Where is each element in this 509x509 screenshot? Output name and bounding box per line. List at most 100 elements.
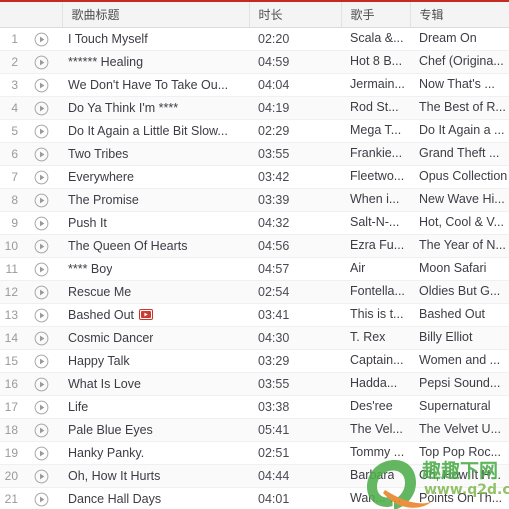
- track-album-cell[interactable]: The Best of R...: [410, 96, 509, 120]
- play-circle-icon[interactable]: [34, 331, 49, 346]
- track-title-cell[interactable]: We Don't Have To Take Ou...: [62, 73, 249, 97]
- play-button[interactable]: [30, 211, 62, 235]
- table-row[interactable]: 5 Do It Again a Little Bit Slow... 02:29 Me…: [0, 119, 509, 143]
- track-album-cell[interactable]: Do It Again a ...: [410, 119, 509, 143]
- track-artist-cell[interactable]: Hadda...: [341, 372, 410, 396]
- table-row[interactable]: 13 Bashed Out 03:41 This is t... Bashed Out: [0, 303, 509, 327]
- play-circle-icon[interactable]: [34, 423, 49, 438]
- track-album-cell[interactable]: Dream On: [410, 27, 509, 51]
- track-album-cell[interactable]: Bashed Out: [410, 303, 509, 327]
- play-circle-icon[interactable]: [34, 193, 49, 208]
- play-button[interactable]: [30, 73, 62, 97]
- track-artist-cell[interactable]: Captain...: [341, 349, 410, 373]
- track-album-cell[interactable]: Supernatural: [410, 395, 509, 419]
- play-button[interactable]: [30, 395, 62, 419]
- track-album-cell[interactable]: New Wave Hi...: [410, 188, 509, 212]
- track-title-cell[interactable]: Bashed Out: [62, 303, 249, 327]
- table-row[interactable]: 2 ****** Healing 04:59 Hot 8 B... Chef (Orig…: [0, 50, 509, 74]
- play-circle-icon[interactable]: [34, 308, 49, 323]
- table-row[interactable]: 3 We Don't Have To Take Ou... 04:04 Jermain…: [0, 73, 509, 97]
- play-button[interactable]: [30, 349, 62, 373]
- track-album-cell[interactable]: Moon Safari: [410, 257, 509, 281]
- play-circle-icon[interactable]: [34, 55, 49, 70]
- play-circle-icon[interactable]: [34, 147, 49, 162]
- track-title-cell[interactable]: Push It: [62, 211, 249, 235]
- track-artist-cell[interactable]: Wan... C...: [341, 487, 410, 509]
- track-title-cell[interactable]: Life: [62, 395, 249, 419]
- track-title-cell[interactable]: The Promise: [62, 188, 249, 212]
- track-artist-cell[interactable]: Frankie...: [341, 142, 410, 166]
- play-button[interactable]: [30, 418, 62, 442]
- track-title-cell[interactable]: Cosmic Dancer: [62, 326, 249, 350]
- play-circle-icon[interactable]: [34, 170, 49, 185]
- track-artist-cell[interactable]: Scala &...: [341, 27, 410, 51]
- play-circle-icon[interactable]: [34, 101, 49, 116]
- play-button[interactable]: [30, 441, 62, 465]
- play-circle-icon[interactable]: [34, 32, 49, 47]
- play-circle-icon[interactable]: [34, 239, 49, 254]
- track-album-cell[interactable]: The Velvet U...: [410, 418, 509, 442]
- play-button[interactable]: [30, 464, 62, 488]
- column-header-album[interactable]: 专辑: [409, 2, 509, 28]
- table-row[interactable]: 11 **** Boy 04:57 Air Moon Safari: [0, 257, 509, 281]
- track-album-cell[interactable]: Oldies But G...: [410, 280, 509, 304]
- play-button[interactable]: [30, 119, 62, 143]
- play-circle-icon[interactable]: [34, 492, 49, 507]
- track-title-cell[interactable]: Hanky Panky.: [62, 441, 249, 465]
- play-circle-icon[interactable]: [34, 262, 49, 277]
- track-artist-cell[interactable]: Ezra Fu...: [341, 234, 410, 258]
- table-row[interactable]: 12 Rescue Me 02:54 Fontella... Oldies But G.…: [0, 280, 509, 304]
- table-row[interactable]: 15 Happy Talk 03:29 Captain... Women and ...: [0, 349, 509, 373]
- track-title-cell[interactable]: Happy Talk: [62, 349, 249, 373]
- table-row[interactable]: 20 Oh, How It Hurts 04:44 Barbara Oh, How It…: [0, 464, 509, 488]
- track-album-cell[interactable]: Grand Theft ...: [410, 142, 509, 166]
- column-header-play[interactable]: [30, 2, 62, 28]
- play-button[interactable]: [30, 487, 62, 509]
- track-album-cell[interactable]: Opus Collection: [410, 165, 509, 189]
- track-album-cell[interactable]: The Year of N...: [410, 234, 509, 258]
- column-header-artist[interactable]: 歌手: [340, 2, 410, 28]
- play-button[interactable]: [30, 96, 62, 120]
- track-title-cell[interactable]: Everywhere: [62, 165, 249, 189]
- play-button[interactable]: [30, 27, 62, 51]
- play-button[interactable]: [30, 50, 62, 74]
- track-artist-cell[interactable]: The Vel...: [341, 418, 410, 442]
- track-artist-cell[interactable]: T. Rex: [341, 326, 410, 350]
- column-header-index[interactable]: [0, 2, 30, 28]
- track-title-cell[interactable]: The Queen Of Hearts: [62, 234, 249, 258]
- track-artist-cell[interactable]: Tommy ...: [341, 441, 410, 465]
- play-circle-icon[interactable]: [34, 285, 49, 300]
- track-title-cell[interactable]: Do Ya Think I'm ****: [62, 96, 249, 120]
- play-button[interactable]: [30, 165, 62, 189]
- play-circle-icon[interactable]: [34, 469, 49, 484]
- track-title-cell[interactable]: Pale Blue Eyes: [62, 418, 249, 442]
- table-row[interactable]: 14 Cosmic Dancer 04:30 T. Rex Billy Elliot: [0, 326, 509, 350]
- play-button[interactable]: [30, 257, 62, 281]
- track-album-cell[interactable]: Hot, Cool & V...: [410, 211, 509, 235]
- play-button[interactable]: [30, 303, 62, 327]
- track-title-cell[interactable]: Dance Hall Days: [62, 487, 249, 509]
- track-artist-cell[interactable]: This is t...: [341, 303, 410, 327]
- column-header-duration[interactable]: 时长: [248, 2, 341, 28]
- track-title-cell[interactable]: ****** Healing: [62, 50, 249, 74]
- track-album-cell[interactable]: Points On Th...: [410, 487, 509, 509]
- track-artist-cell[interactable]: Fontella...: [341, 280, 410, 304]
- table-row[interactable]: 21 Dance Hall Days 04:01 Wan... C... Points …: [0, 487, 509, 509]
- table-row[interactable]: 18 Pale Blue Eyes 05:41 The Vel... The Velve…: [0, 418, 509, 442]
- track-artist-cell[interactable]: Fleetwo...: [341, 165, 410, 189]
- track-album-cell[interactable]: Now That's ...: [410, 73, 509, 97]
- mv-badge-icon[interactable]: [139, 308, 154, 320]
- track-album-cell[interactable]: Top Pop Roc...: [410, 441, 509, 465]
- track-album-cell[interactable]: Oh, How It H...: [410, 464, 509, 488]
- track-title-cell[interactable]: **** Boy: [62, 257, 249, 281]
- track-title-cell[interactable]: Oh, How It Hurts: [62, 464, 249, 488]
- play-circle-icon[interactable]: [34, 400, 49, 415]
- track-artist-cell[interactable]: Mega T...: [341, 119, 410, 143]
- table-row[interactable]: 6 Two Tribes 03:55 Frankie... Grand Theft ..…: [0, 142, 509, 166]
- track-artist-cell[interactable]: Salt-N-...: [341, 211, 410, 235]
- play-button[interactable]: [30, 326, 62, 350]
- play-button[interactable]: [30, 234, 62, 258]
- track-album-cell[interactable]: Billy Elliot: [410, 326, 509, 350]
- play-circle-icon[interactable]: [34, 124, 49, 139]
- table-row[interactable]: 16 What Is Love 03:55 Hadda... Pepsi Sound..…: [0, 372, 509, 396]
